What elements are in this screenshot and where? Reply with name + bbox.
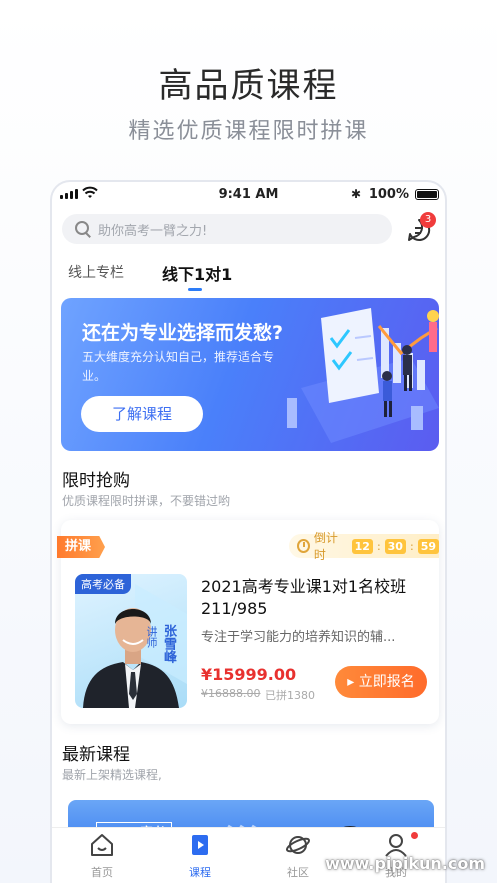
tabbar-home-label: 首页 [91,866,113,879]
bluetooth-icon: ✱ [350,187,361,201]
phone-frame: 9:41 AM ✱ 100% 助你高考一臂之力! 3 线上专栏 线下1对1 还在… [50,180,447,883]
teacher-label: 讲师 [145,626,158,648]
thumbnail-tag: 高考必备 [75,574,131,594]
tab-offline-1v1[interactable]: 线下1对1 [162,261,232,285]
flash-sale-title: 限时抢购 [62,471,130,491]
sold-count: 已拼1380 [265,689,315,702]
course-description: 专注于学习能力的培养知识的辅... [201,630,396,645]
group-buy-tag: 拼课 [57,536,106,558]
course-thumbnail[interactable]: 高考必备 讲师 张雪峰 [75,574,187,708]
flash-sale-subtitle: 优质课程限时拼课，不要错过哟 [62,494,231,508]
tabbar-home[interactable]: 首页 [72,832,132,880]
status-bar: 9:41 AM ✱ 100% [52,182,445,208]
play-icon: ▸ [347,674,355,690]
tabbar-course-label: 课程 [189,866,211,879]
latest-subtitle: 最新上架精选课程, [62,768,162,782]
planet-icon [285,836,311,854]
tab-indicator [188,288,202,291]
search-icon [74,220,92,238]
teacher-name: 张雪峰 [161,624,176,663]
home-icon [91,834,113,856]
course-price: ¥15999.00 [201,665,297,684]
battery-percent: 100% [368,187,409,202]
tab-online-column[interactable]: 线上专栏 [68,262,124,282]
search-placeholder: 助你高考一臂之力! [98,223,208,239]
hero-title: 高品质课程 [158,66,339,106]
tabbar-community[interactable]: 社区 [268,832,328,880]
countdown-hours: 12 [351,538,373,554]
tabbar-course[interactable]: 课程 [170,832,230,880]
original-price: ¥16888.00 [201,687,261,700]
countdown-label: 倒计时 [313,531,338,562]
countdown-seconds: 59 [417,538,439,554]
enroll-label: 立即报名 [358,674,415,690]
latest-title: 最新课程 [62,745,130,765]
banner-title: 还在为专业选择而发愁? [82,322,284,344]
learn-course-button[interactable]: 了解课程 [81,396,203,432]
promo-banner[interactable]: 还在为专业选择而发愁? 五大维度充分认知自己，推荐适合专业。 了解课程 [61,298,439,451]
hero-subtitle: 精选优质课程限时拼课 [128,119,369,144]
clock-icon [297,539,310,553]
search-input[interactable]: 助你高考一臂之力! [62,214,392,244]
countdown-timer: 倒计时 12 : 30 : 59 [289,531,439,562]
countdown-minutes: 30 [384,538,406,554]
message-badge: 3 [420,212,436,228]
tabbar-community-label: 社区 [287,866,309,879]
enroll-button[interactable]: ▸ 立即报名 [335,666,427,698]
battery-icon [415,189,439,200]
course-icon [192,835,208,855]
course-title[interactable]: 2021高考专业课1对1名校班211/985 [201,576,426,620]
watermark: www.pipikun.com [325,854,485,873]
banner-illustration [287,308,439,443]
course-card[interactable]: 拼课 倒计时 12 : 30 : 59 高考必备 讲师 张雪峰 2021高考专业… [57,520,439,724]
profile-notification-dot [411,832,418,839]
